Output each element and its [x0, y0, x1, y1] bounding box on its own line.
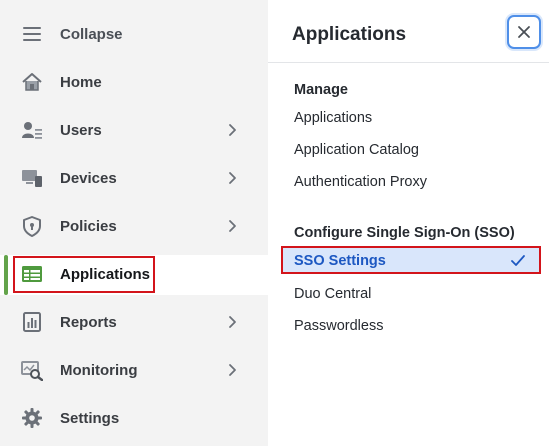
applications-icon [22, 266, 42, 282]
sidebar-item-label: Home [60, 74, 102, 91]
link-authentication-proxy[interactable]: Authentication Proxy [294, 174, 427, 190]
sidebar-item-settings[interactable]: Settings [0, 399, 268, 439]
applications-flyout-panel: Applications Manage Applications Applica… [268, 0, 549, 446]
link-duo-central[interactable]: Duo Central [294, 286, 371, 302]
sidebar-item-label: Settings [60, 410, 120, 427]
section-title-sso: Configure Single Sign-On (SSO) [294, 225, 515, 241]
sidebar-item-label: Users [60, 122, 102, 139]
panel-title: Applications [292, 24, 407, 45]
sidebar-item-users[interactable]: Users [0, 111, 268, 151]
section-title-manage: Manage [294, 82, 348, 98]
monitoring-icon [21, 361, 43, 381]
sidebar-item-reports[interactable]: Reports [0, 303, 268, 343]
left-navigation: Collapse Home Users Devices Policies App… [0, 0, 268, 446]
link-applications[interactable]: Applications [294, 110, 372, 126]
sso-settings-label: SSO Settings [294, 253, 386, 269]
link-passwordless[interactable]: Passwordless [294, 318, 383, 334]
chevron-right-icon [229, 220, 236, 232]
sidebar-item-label: Devices [60, 170, 117, 187]
close-icon [518, 26, 530, 38]
reports-icon [23, 312, 41, 332]
sidebar-item-policies[interactable]: Policies [0, 207, 268, 247]
users-icon [22, 122, 42, 139]
devices-icon [22, 170, 42, 187]
link-application-catalog[interactable]: Application Catalog [294, 142, 419, 158]
sidebar-item-label: Applications [60, 266, 151, 283]
active-indicator [4, 255, 8, 295]
sidebar-item-monitoring[interactable]: Monitoring [0, 351, 268, 391]
shield-icon [23, 216, 41, 237]
collapse-button[interactable]: Collapse [0, 15, 268, 55]
checkmark-icon [511, 255, 525, 266]
chevron-right-icon [229, 172, 236, 184]
close-button[interactable] [507, 15, 541, 49]
panel-divider [268, 62, 549, 63]
chevron-right-icon [229, 364, 236, 376]
home-icon [22, 73, 42, 91]
sidebar-item-label: Reports [60, 314, 117, 331]
link-sso-settings[interactable]: SSO Settings [282, 248, 539, 274]
hamburger-icon [23, 27, 41, 41]
collapse-label: Collapse [60, 26, 123, 43]
sidebar-item-applications[interactable]: Applications [0, 255, 268, 295]
sidebar-item-home[interactable]: Home [0, 63, 268, 103]
chevron-right-icon [229, 124, 236, 136]
sidebar-item-label: Policies [60, 218, 117, 235]
sidebar-item-label: Monitoring [60, 362, 138, 379]
gear-icon [22, 408, 42, 428]
chevron-right-icon [229, 316, 236, 328]
sidebar-item-devices[interactable]: Devices [0, 159, 268, 199]
